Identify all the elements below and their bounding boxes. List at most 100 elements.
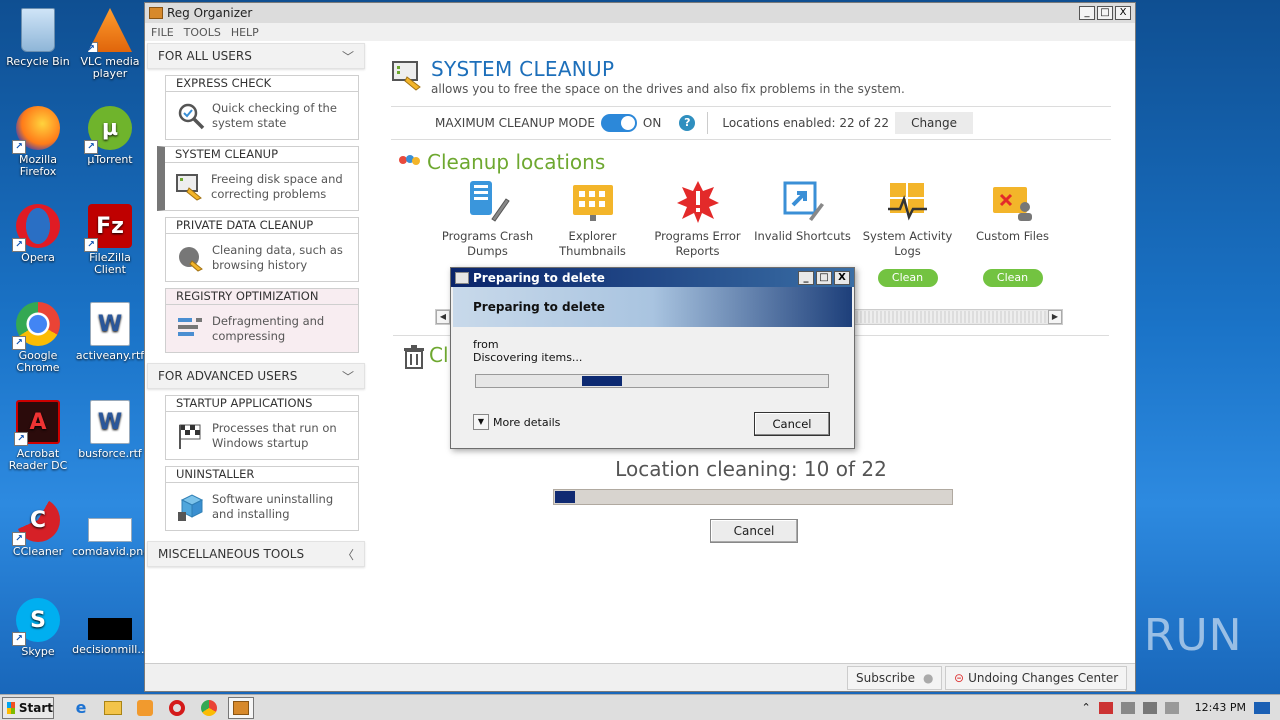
location-label: Explorer <box>568 229 617 243</box>
dialog-titlebar[interactable]: Preparing to delete _ □ X <box>451 268 854 287</box>
maximize-button[interactable]: □ <box>1097 6 1113 20</box>
subscribe-button[interactable]: Subscribe ● <box>847 666 943 690</box>
window-titlebar[interactable]: Reg Organizer _ □ X <box>145 3 1135 23</box>
section-miscellaneous-tools[interactable]: MISCELLANEOUS TOOLS 〈 <box>147 541 365 567</box>
status-bar: Subscribe ● ⊝ Undoing Changes Center <box>145 663 1135 691</box>
desktop-icon-skype[interactable]: S ↗ Skype <box>0 598 76 658</box>
globe-broom-icon <box>176 243 206 273</box>
chrome-icon: ↗ <box>12 302 60 350</box>
chevron-down-icon: ﹀ <box>341 369 354 384</box>
taskbar-explorer-icon[interactable] <box>100 697 126 719</box>
page-subtitle: allows you to free the space on the driv… <box>431 82 905 96</box>
close-button[interactable]: X <box>1115 6 1131 20</box>
system-cleanup-icon <box>391 59 423 91</box>
cancel-cleaning-button[interactable]: Cancel <box>710 519 798 543</box>
location-system-activity-logs[interactable]: System Activity Logs Clean <box>855 179 960 287</box>
utorrent-icon: µ ↗ <box>84 106 132 154</box>
desktop-icon-acrobat[interactable]: A ↗ Acrobat Reader DC <box>0 400 76 472</box>
custom-files-folder-icon <box>991 179 1035 223</box>
menu-tools[interactable]: TOOLS <box>184 26 221 39</box>
tile-registry-optimization[interactable]: REGISTRY OPTIMIZATION Defragmenting and c… <box>165 288 359 353</box>
dialog-minimize-button[interactable]: _ <box>798 270 814 285</box>
desktop-icon-utorrent[interactable]: µ ↗ µTorrent <box>72 106 148 166</box>
tile-desc-line2: correcting problems <box>211 186 327 201</box>
undoing-changes-center-button[interactable]: ⊝ Undoing Changes Center <box>945 666 1128 690</box>
word-document-icon: W <box>90 302 130 346</box>
app-icon <box>149 7 163 19</box>
dialog-maximize-button[interactable]: □ <box>816 270 832 285</box>
clock[interactable]: 12:43 PM <box>1195 701 1246 714</box>
taskbar-ie-icon[interactable]: e <box>68 697 94 719</box>
cleanup-mode-toggle[interactable] <box>600 114 637 132</box>
desktop-icon-decisionmill[interactable]: decisionmill... <box>72 598 148 656</box>
scroll-right-arrow[interactable]: ▶ <box>1048 310 1062 324</box>
tile-desc-line1: Freeing disk space and <box>211 171 343 186</box>
location-label: Custom Files <box>976 229 1049 243</box>
location-label: Invalid Shortcuts <box>754 229 851 243</box>
volume-icon[interactable] <box>1142 701 1157 714</box>
more-details-toggle[interactable]: ▼ More details <box>473 414 560 430</box>
desktop-icon-opera[interactable]: ↗ Opera <box>0 204 76 264</box>
desktop-icon-recycle-bin[interactable]: Recycle Bin <box>0 8 76 68</box>
desktop-icon-comdavid-png[interactable]: comdavid.png <box>72 498 150 558</box>
expand-down-icon[interactable]: ▼ <box>473 414 489 430</box>
cleanup-mode-bar: MAXIMUM CLEANUP MODE ON ? Locations enab… <box>391 107 1111 139</box>
tile-uninstaller[interactable]: UNINSTALLER Software uninstalling and ins… <box>165 466 359 531</box>
desktop-icon-chrome[interactable]: ↗ Google Chrome <box>0 302 76 374</box>
menu-file[interactable]: FILE <box>151 26 174 39</box>
taskbar-media-player-icon[interactable] <box>132 697 158 719</box>
desktop-icon-vlc[interactable]: ↗ VLC media player <box>72 8 148 80</box>
action-center-icon[interactable] <box>1120 701 1135 714</box>
chevron-down-icon: ﹀ <box>341 49 354 64</box>
desktop-icon-filezilla[interactable]: Fz ↗ FileZilla Client <box>72 204 148 276</box>
section-for-advanced-users[interactable]: FOR ADVANCED USERS ﹀ <box>147 363 365 389</box>
tile-title: STARTUP APPLICATIONS <box>166 396 358 412</box>
clean-button[interactable]: Clean <box>982 269 1043 287</box>
desktop-icon-ccleaner[interactable]: C ↗ CCleaner <box>0 498 76 558</box>
tile-desc-line2: and installing <box>212 506 290 521</box>
show-desktop-icon[interactable] <box>1254 701 1270 714</box>
registry-blocks-icon <box>176 314 206 344</box>
desktop-icon-busforce-rtf[interactable]: W busforce.rtf <box>72 400 148 460</box>
tray-expand-icon[interactable]: ⌃ <box>1081 701 1090 714</box>
tile-private-data-cleanup[interactable]: PRIVATE DATA CLEANUP Cleaning data, such… <box>165 217 359 282</box>
dialog-discovering-label: Discovering items... <box>473 351 583 364</box>
more-details-label: More details <box>493 415 561 429</box>
section-label: MISCELLANEOUS TOOLS <box>158 547 305 561</box>
dialog-cancel-button[interactable]: Cancel <box>754 412 830 436</box>
clean-button[interactable]: Clean <box>877 269 938 287</box>
network-icon[interactable] <box>1098 701 1113 714</box>
tile-startup-applications[interactable]: STARTUP APPLICATIONS Processes that run … <box>165 395 359 460</box>
scroll-left-arrow[interactable]: ◀ <box>436 310 450 324</box>
subscribe-label: Subscribe <box>856 671 915 685</box>
dialog-progress-bar <box>475 374 829 388</box>
tile-desc-line2: system state <box>212 115 287 130</box>
black-file-icon <box>88 618 132 640</box>
change-button[interactable]: Change <box>895 112 974 134</box>
divider <box>391 139 1111 140</box>
section-for-all-users[interactable]: FOR ALL USERS ﹀ <box>147 43 365 69</box>
taskbar-chrome-icon[interactable] <box>196 697 222 719</box>
location-label: Programs Error <box>654 229 741 243</box>
minimize-button[interactable]: _ <box>1079 6 1095 20</box>
location-custom-files[interactable]: Custom Files Clean <box>960 179 1065 287</box>
trash-icon <box>403 345 425 372</box>
tile-desc-line2: compressing <box>212 328 286 343</box>
taskbar-opera-icon[interactable] <box>164 697 190 719</box>
taskbar-reg-organizer-icon[interactable] <box>228 696 254 719</box>
help-icon[interactable]: ? <box>679 115 696 131</box>
cleanup-locations-header: Cleanup locations <box>397 150 1111 174</box>
sidebar: FOR ALL USERS ﹀ EXPRESS CHECK Quick chec… <box>147 43 365 567</box>
tile-express-check[interactable]: EXPRESS CHECK Quick checking of the syste… <box>165 75 359 140</box>
location-label: Thumbnails <box>559 244 626 258</box>
tile-system-cleanup[interactable]: SYSTEM CLEANUP Freeing disk space and cor… <box>157 146 359 211</box>
magnifier-check-icon <box>176 101 206 131</box>
start-button[interactable]: Start <box>2 696 54 719</box>
desktop-icon-activeany-rtf[interactable]: W activeany.rtf <box>72 302 148 362</box>
scroll-thumb[interactable] <box>856 311 1046 323</box>
desktop-icon-firefox[interactable]: ↗ Mozilla Firefox <box>0 106 76 178</box>
map-pins-icon <box>399 155 420 165</box>
dialog-close-button[interactable]: X <box>834 270 850 285</box>
power-icon[interactable] <box>1164 701 1179 714</box>
menu-help[interactable]: HELP <box>231 26 259 39</box>
